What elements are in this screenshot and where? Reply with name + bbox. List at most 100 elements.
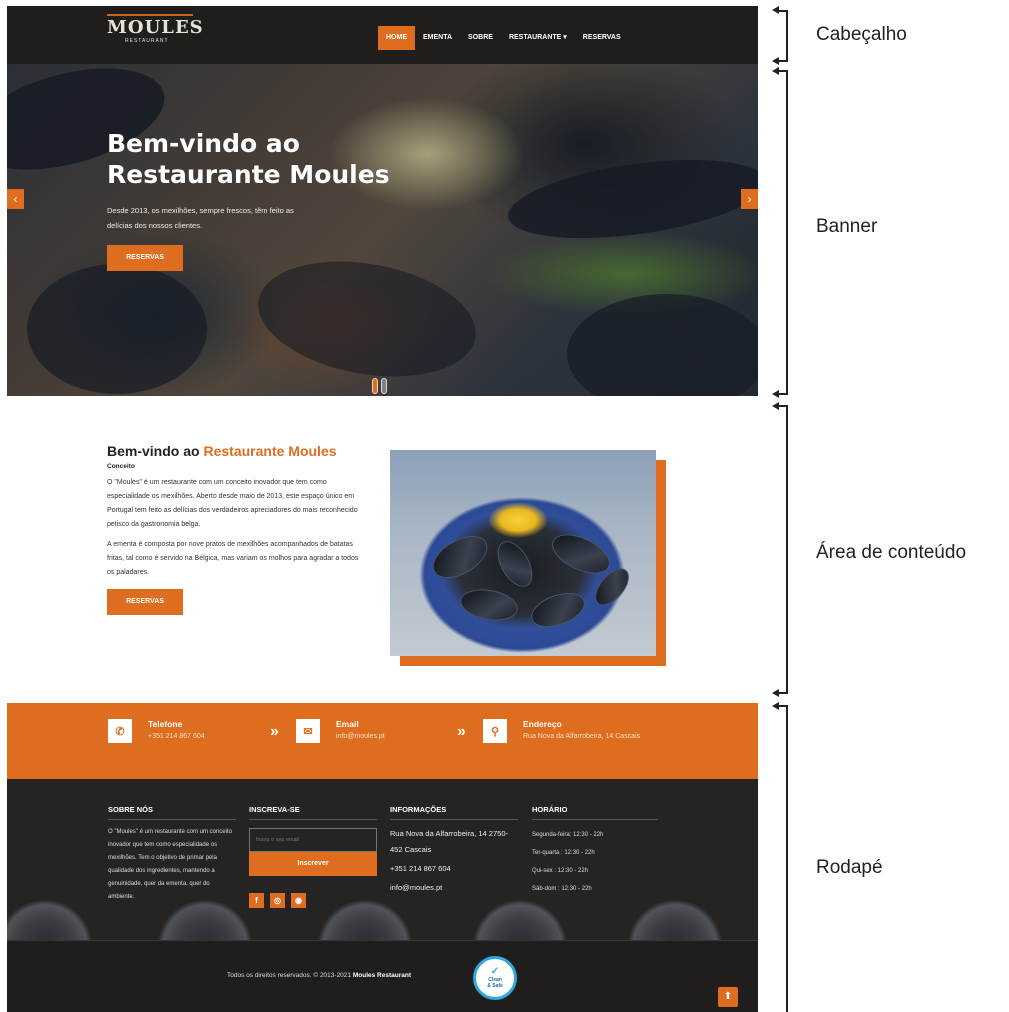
annotation-label-header: Cabeçalho xyxy=(816,24,907,45)
contact-phone: ✆ Telefone +351 214 867 604 xyxy=(108,719,205,744)
carousel-indicator-2[interactable] xyxy=(381,378,387,394)
bracket-line xyxy=(786,70,788,394)
logo-subtitle: RESTAURANT xyxy=(125,38,169,44)
clean-safe-badge: ✓ Clean & Safe xyxy=(473,956,517,1000)
arrow-left-icon xyxy=(772,689,779,697)
mussel-shape xyxy=(457,585,521,625)
chevron-right-icon: › xyxy=(747,192,752,206)
plate-decoration xyxy=(627,899,723,940)
double-chevron-icon: » xyxy=(457,723,466,740)
footer-bottom: Todos os direitos reservados. © 2013-202… xyxy=(7,940,758,1012)
envelope-icon: ✉ xyxy=(296,719,320,743)
logo[interactable]: MOULES RESTAURANT xyxy=(107,14,204,44)
logo-name: MOULES xyxy=(107,17,204,38)
social-links: f ◎ ◉ xyxy=(249,893,377,908)
banner-mussel-shell xyxy=(27,264,207,394)
contact-email-text: Email info@moules.pt xyxy=(336,719,385,744)
mussel-shape xyxy=(526,586,590,634)
footer-info-email[interactable]: info@moules.pt xyxy=(390,880,518,896)
logo-accent-bar xyxy=(107,14,193,16)
plate-decoration xyxy=(472,899,568,940)
banner-text: Bem-vindo ao Restaurante Moules Desde 20… xyxy=(107,128,447,271)
carousel-next-button[interactable]: › xyxy=(741,189,758,209)
contact-phone-text: Telefone +351 214 867 604 xyxy=(148,719,205,744)
contact-email-value[interactable]: info@moules.pt xyxy=(336,730,385,744)
bracket-line xyxy=(786,10,788,60)
double-chevron-icon: » xyxy=(270,723,279,740)
banner-mussel-shell xyxy=(503,146,758,252)
banner-description: Desde 2013, os mexilhões, sempre frescos… xyxy=(107,206,294,230)
footer-main: SOBRE NÓS O "Moules" é um restaurante co… xyxy=(7,779,758,940)
footer-hours-line: Segunda-feira: 12:30 - 22h xyxy=(532,832,604,838)
page: MOULES RESTAURANT HOME EMENTA SOBRE REST… xyxy=(0,0,1009,1012)
nav-home[interactable]: HOME xyxy=(378,26,415,50)
plate-decoration xyxy=(7,899,93,940)
nav-sobre[interactable]: SOBRE xyxy=(460,26,501,50)
mussel-shape xyxy=(546,526,616,582)
newsletter-email-input[interactable] xyxy=(249,828,377,852)
content-title-accent: Restaurante Moules xyxy=(203,443,337,459)
annotation-label-footer: Rodapé xyxy=(816,857,883,878)
contact-email-label: Email xyxy=(336,719,359,729)
content-reservas-button[interactable]: RESERVAS xyxy=(107,589,183,615)
carousel-prev-button[interactable]: ‹ xyxy=(7,189,24,209)
footer-about-text: O "Moules" é um restaurante com um conce… xyxy=(108,829,232,900)
contact-address-label: Endereço xyxy=(523,719,562,729)
tripadvisor-icon[interactable]: ◉ xyxy=(291,893,306,908)
annotation-label-banner: Banner xyxy=(816,216,878,237)
mussels-bowl-image xyxy=(390,450,656,656)
phone-icon: ✆ xyxy=(108,719,132,743)
footer-about-title: SOBRE NÓS xyxy=(108,805,236,820)
footer-info-title: INFORMAÇÕES xyxy=(390,805,518,820)
facebook-icon[interactable]: f xyxy=(249,893,264,908)
carousel-indicator-1[interactable] xyxy=(372,378,378,394)
copyright-text: Todos os direitos reservados. © 2013-202… xyxy=(227,972,353,979)
hero-banner: Bem-vindo ao Restaurante Moules Desde 20… xyxy=(7,64,758,396)
banner-title: Bem-vindo ao Restaurante Moules xyxy=(107,129,390,189)
footer-hours-line: Qui-sex : 12:30 - 22h xyxy=(532,868,589,874)
content-text: Bem-vindo ao Restaurante Moules Conceito… xyxy=(107,442,362,615)
content-title: Bem-vindo ao Restaurante Moules xyxy=(107,442,362,460)
contact-phone-value[interactable]: +351 214 867 604 xyxy=(148,730,205,744)
arrow-up-icon: ⬆ xyxy=(723,991,733,1002)
annotation-label-content: Área de conteúdo xyxy=(816,542,967,563)
arrow-left-icon xyxy=(772,57,779,65)
nav-restaurante-dropdown[interactable]: RESTAURANTE ▾ xyxy=(501,26,575,50)
content-paragraph-1: O "Moules" é um restaurante com um conce… xyxy=(107,479,358,528)
main-nav: HOME EMENTA SOBRE RESTAURANTE ▾ RESERVAS xyxy=(378,26,629,50)
footer-info-phone[interactable]: +351 214 867 604 xyxy=(390,861,518,877)
footer-hours: HORÁRIO Segunda-feira: 12:30 - 22h Ter-q… xyxy=(532,805,658,898)
banner-mussel-shell xyxy=(567,294,758,396)
newsletter-subscribe-button[interactable]: Inscrever xyxy=(249,852,377,876)
content-area: Bem-vindo ao Restaurante Moules Conceito… xyxy=(7,396,758,702)
bracket-line xyxy=(786,705,788,1012)
contact-address-value: Rua Nova da Alfarrobeira, 14 Cascais xyxy=(523,733,641,740)
content-title-prefix: Bem-vindo ao xyxy=(107,443,204,459)
contact-address: ⚲ Endereço Rua Nova da Alfarrobeira, 14 … xyxy=(483,719,653,744)
copyright-brand: Moules Restaurant xyxy=(352,972,411,979)
bracket-line xyxy=(786,405,788,693)
back-to-top-button[interactable]: ⬆ xyxy=(718,987,738,1007)
arrow-left-icon xyxy=(772,390,779,398)
footer-info: INFORMAÇÕES Rua Nova da Alfarrobeira, 14… xyxy=(390,805,518,896)
content-subtitle: Conceito xyxy=(107,463,135,470)
contact-address-text: Endereço Rua Nova da Alfarrobeira, 14 Ca… xyxy=(523,719,653,744)
site-header: MOULES RESTAURANT HOME EMENTA SOBRE REST… xyxy=(7,6,758,64)
nav-reservas[interactable]: RESERVAS xyxy=(575,26,629,50)
arrow-left-icon xyxy=(772,402,779,410)
instagram-icon[interactable]: ◎ xyxy=(270,893,285,908)
arrow-left-icon xyxy=(772,67,779,75)
footer-hours-title: HORÁRIO xyxy=(532,805,658,820)
arrow-left-icon xyxy=(772,702,779,710)
footer-contact-strip: ✆ Telefone +351 214 867 604 » ✉ Email in… xyxy=(7,703,758,779)
footer-newsletter: INSCREVA-SE Inscrever f ◎ ◉ xyxy=(249,805,377,908)
content-paragraph-2: A ementa é composta por nove pratos de m… xyxy=(107,541,359,576)
contact-phone-label: Telefone xyxy=(148,719,183,729)
nav-ementa[interactable]: EMENTA xyxy=(415,26,460,50)
chevron-left-icon: ‹ xyxy=(13,192,18,206)
banner-reservas-button[interactable]: RESERVAS xyxy=(107,245,183,271)
plate-decoration xyxy=(157,899,253,940)
map-pin-icon: ⚲ xyxy=(483,719,507,743)
footer-newsletter-title: INSCREVA-SE xyxy=(249,805,377,820)
footer-info-address: Rua Nova da Alfarrobeira, 14 2750-452 Ca… xyxy=(390,829,508,854)
